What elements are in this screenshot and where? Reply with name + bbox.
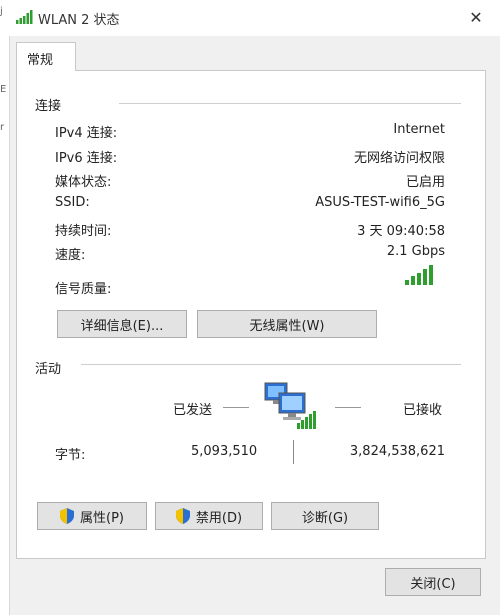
disable-button-label: 禁用(D) (195, 510, 243, 526)
properties-button-label: 属性(P) (80, 510, 124, 526)
duration-label: 持续时间: (55, 224, 112, 239)
ipv6-label: IPv6 连接: (55, 151, 118, 166)
ssid-value: ASUS-TEST-wifi6_5G (315, 195, 445, 210)
properties-button[interactable]: 属性(P) (37, 502, 147, 530)
speed-label: 速度: (55, 248, 86, 263)
strip-char: j (0, 6, 3, 17)
ipv6-value: 无网络访问权限 (353, 151, 445, 166)
details-button[interactable]: 详细信息(E)... (57, 310, 187, 338)
ipv4-value: Internet (393, 122, 445, 137)
bytes-label: 字节: (55, 448, 86, 463)
signal-quality-label: 信号质量: (55, 282, 112, 297)
strip-char: E (0, 84, 7, 95)
uac-shield-icon (60, 508, 74, 524)
signal-strength-icon (405, 265, 433, 285)
network-computers-icon (264, 382, 316, 429)
close-button[interactable]: 关闭(C) (385, 568, 481, 596)
wireless-properties-button[interactable]: 无线属性(W) (197, 310, 377, 338)
background-window-strip: j E r (0, 6, 10, 615)
sent-dash (223, 407, 249, 408)
activity-rule (81, 364, 461, 365)
media-state-value: 已启用 (405, 175, 445, 190)
title-bar: WLAN 2 状态 ✕ (0, 0, 500, 36)
uac-shield-icon (175, 508, 190, 524)
bytes-sent-value: 5,093,510 (191, 444, 258, 459)
bytes-received-value: 3,824,538,621 (349, 444, 445, 459)
strip-char: r (0, 122, 5, 133)
ipv4-label: IPv4 连接: (55, 126, 118, 141)
tab-general[interactable]: 常规 (16, 42, 76, 71)
diagnose-button[interactable]: 诊断(G) (271, 502, 379, 530)
sent-label: 已发送 (173, 403, 213, 418)
window-title: WLAN 2 状态 (38, 13, 120, 28)
wifi-signal-icon (16, 10, 33, 24)
bytes-divider (293, 440, 294, 464)
connection-rule (119, 103, 461, 104)
connection-heading: 连接 (35, 99, 62, 114)
close-window-button[interactable]: ✕ (466, 8, 486, 28)
tab-general-label: 常规 (27, 53, 54, 68)
activity-heading: 活动 (35, 362, 62, 377)
ssid-label: SSID: (55, 195, 90, 210)
received-label: 已接收 (403, 403, 443, 418)
duration-value: 3 天 09:40:58 (357, 224, 445, 239)
media-state-label: 媒体状态: (55, 175, 112, 190)
general-tab-pane: 连接 IPv4 连接: Internet IPv6 连接: 无网络访问权限 媒体… (16, 70, 486, 559)
disable-button[interactable]: 禁用(D) (155, 502, 263, 530)
received-dash (335, 407, 361, 408)
speed-value: 2.1 Gbps (386, 244, 445, 259)
